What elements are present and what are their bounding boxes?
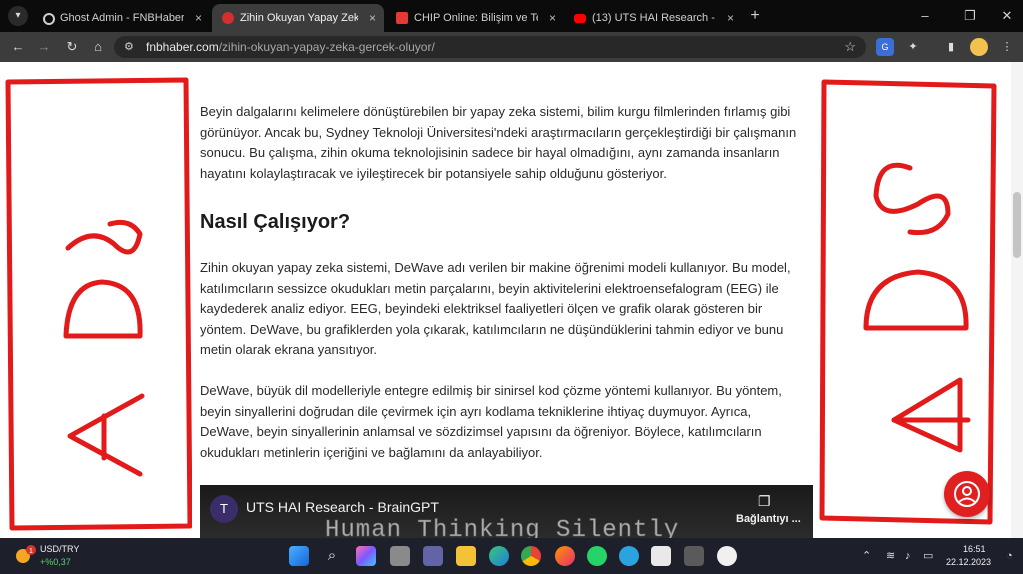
whatsapp-icon[interactable] <box>587 546 607 566</box>
ghost-favicon-icon <box>43 13 55 25</box>
firefox-icon[interactable] <box>555 546 575 566</box>
scrollbar-track[interactable] <box>1011 62 1023 538</box>
extensions-puzzle-icon[interactable]: ✦ <box>904 38 922 56</box>
site-info-icon[interactable]: ⚙ <box>124 36 134 58</box>
search-icon[interactable]: ⌕ <box>322 546 342 566</box>
url-text: fnbhaber.com/zihin-okuyan-yapay-zeka-ger… <box>146 36 435 58</box>
tab-strip: ▾ Ghost Admin - FNBHaber × Zihin Okuyan … <box>0 0 1023 32</box>
scrollbar-thumb[interactable] <box>1013 192 1021 258</box>
reload-icon[interactable]: ↻ <box>62 37 82 57</box>
new-tab-button[interactable]: + <box>746 6 764 26</box>
translate-extension-icon[interactable]: G <box>876 38 894 56</box>
close-tab-icon[interactable]: × <box>195 4 202 32</box>
tab-search-button[interactable]: ▾ <box>8 6 28 26</box>
channel-avatar[interactable]: T <box>210 495 238 523</box>
close-window-icon[interactable]: ✕ <box>997 6 1017 26</box>
url-path: /zihin-okuyan-yapay-zeka-gercek-oluyor/ <box>218 40 435 54</box>
youtube-embed[interactable]: T UTS HAI Research - BrainGPT ❐ Bağlantı… <box>200 485 813 538</box>
close-tab-icon[interactable]: × <box>369 4 376 32</box>
tab-zihin-okuyan[interactable]: Zihin Okuyan Yapay Zeka Gerçe × <box>212 4 384 32</box>
copy-link-label[interactable]: Bağlantıyı ... <box>736 513 801 525</box>
media-player-icon[interactable] <box>717 546 737 566</box>
copy-link-icon[interactable]: ❐ <box>758 493 771 510</box>
web-page: Beyin dalgalarını kelimelere dönüştürebi… <box>0 62 1023 538</box>
windows-start-icon[interactable] <box>289 546 309 566</box>
tab-youtube-braingpt[interactable]: (13) UTS HAI Research - BrainGPT × <box>564 4 742 32</box>
minimize-icon[interactable]: – <box>915 6 935 26</box>
weather-badge: 1 <box>29 548 33 555</box>
side-panel-icon[interactable]: ▮ <box>942 38 960 56</box>
article-paragraph-dewave: DeWave, büyük dil modelleriyle entegre e… <box>200 383 782 460</box>
address-bar[interactable]: ⚙ fnbhaber.com/zihin-okuyan-yapay-zeka-g… <box>114 36 866 58</box>
tab-title: Zihin Okuyan Yapay Zeka Gerçe <box>240 12 358 24</box>
wifi-icon[interactable]: ≋ <box>886 548 895 564</box>
tray-chevron-up-icon[interactable]: ⌃ <box>862 548 871 564</box>
menu-dots-icon[interactable]: ⋮ <box>998 38 1016 56</box>
article-paragraph-intro: Beyin dalgalarını kelimelere dönüştürebi… <box>200 104 797 181</box>
user-icon <box>954 481 980 507</box>
bookmark-star-icon[interactable]: ☆ <box>844 36 856 58</box>
taskbar: 1 USD/TRY +%0,37 ⌕ ⌃ ≋ ♪ ▭ 16:51 22.12.2… <box>0 538 1023 574</box>
profile-avatar[interactable] <box>970 38 988 56</box>
youtube-favicon-icon <box>574 14 586 23</box>
article-heading: Nasıl Çalışıyor? <box>200 211 351 233</box>
chevron-down-icon: ▾ <box>15 10 21 21</box>
ticker-change: +%0,37 <box>40 557 71 567</box>
clock-time[interactable]: 16:51 <box>963 544 986 554</box>
restore-icon[interactable]: ❐ <box>960 6 980 26</box>
ads-left-annotation <box>5 77 192 531</box>
profile-fab-button[interactable] <box>944 471 990 517</box>
speaker-icon[interactable]: ♪ <box>905 548 911 564</box>
edge-icon[interactable] <box>489 546 509 566</box>
forward-arrow-icon[interactable]: → <box>34 37 54 57</box>
article-paragraph-how: Zihin okuyan yapay zeka sistemi, DeWave … <box>200 260 791 357</box>
tab-title: CHIP Online: Bilişim ve Teknoloji <box>414 12 538 24</box>
copilot-icon[interactable] <box>356 546 376 566</box>
ticker-name[interactable]: USD/TRY <box>40 544 79 554</box>
video-overlay-text: Human Thinking Silently <box>325 517 680 538</box>
tab-ghost-admin[interactable]: Ghost Admin - FNBHaber × <box>32 4 210 32</box>
tab-title: Ghost Admin - FNBHaber <box>60 12 184 24</box>
close-tab-icon[interactable]: × <box>549 4 556 32</box>
tab-title: (13) UTS HAI Research - BrainGPT <box>592 12 716 24</box>
fnbhaber-favicon-icon <box>222 12 234 24</box>
calculator-icon[interactable] <box>684 546 704 566</box>
file-explorer-icon[interactable] <box>456 546 476 566</box>
video-title[interactable]: UTS HAI Research - BrainGPT <box>246 499 439 515</box>
notepad-icon[interactable] <box>651 546 671 566</box>
task-view-icon[interactable] <box>390 546 410 566</box>
chrome-icon[interactable] <box>521 546 541 566</box>
browser-toolbar: ← → ↻ ⌂ ⚙ fnbhaber.com/zihin-okuyan-yapa… <box>0 32 1023 62</box>
back-arrow-icon[interactable]: ← <box>8 37 28 57</box>
ads-right-annotation <box>819 79 997 525</box>
notification-bell-icon[interactable]: ◔ <box>1006 548 1013 564</box>
tab-chip-online[interactable]: CHIP Online: Bilişim ve Teknoloji × <box>386 4 564 32</box>
close-tab-icon[interactable]: × <box>727 4 734 32</box>
url-host: fnbhaber.com <box>146 40 219 54</box>
home-icon[interactable]: ⌂ <box>88 37 108 57</box>
clock-date[interactable]: 22.12.2023 <box>946 557 991 567</box>
teams-icon[interactable] <box>423 546 443 566</box>
telegram-icon[interactable] <box>619 546 639 566</box>
chip-favicon-icon <box>396 12 408 24</box>
battery-icon[interactable]: ▭ <box>923 548 933 564</box>
weather-widget-icon[interactable]: 1 <box>14 544 36 566</box>
